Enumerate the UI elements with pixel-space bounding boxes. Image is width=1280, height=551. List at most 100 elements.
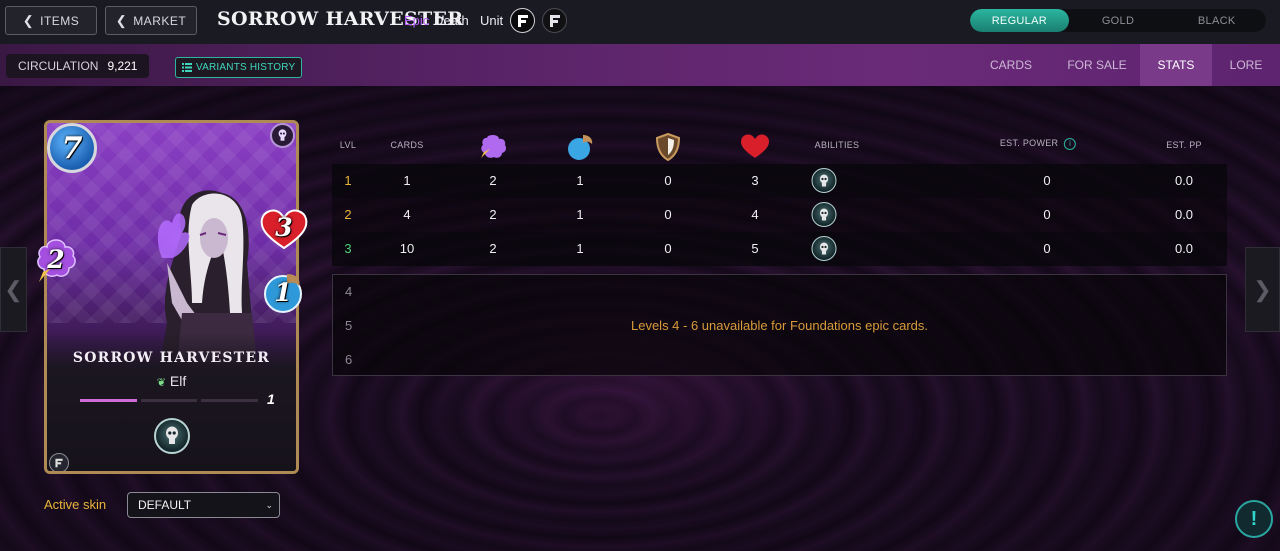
cell-speed: 1 [576, 173, 584, 188]
chevron-left-icon: ❮ [115, 12, 128, 28]
card-race: ❦ Elf [47, 373, 296, 389]
ability-skull-icon[interactable] [811, 202, 837, 227]
sub-bar: CIRCULATION 9,221 VARIANTS HISTORY CARDS… [0, 44, 1280, 86]
chevron-right-icon: ❯ [1253, 276, 1272, 302]
level-progress-segment [140, 399, 198, 402]
active-skin-label: Active skin [44, 497, 107, 512]
element-label: Death [434, 13, 469, 28]
locked-level: 6 [345, 352, 353, 367]
cell-magic: 2 [489, 207, 497, 222]
table-row: 1 1 2 1 0 3 0 0.0 [332, 164, 1227, 198]
info-icon[interactable]: i [1064, 138, 1077, 150]
active-skin-value: DEFAULT [138, 498, 192, 512]
stats-rows: 1 1 2 1 0 3 0 0.0 2 4 2 1 0 4 0 0.0 3 10 2 1 0 5 0 0.0 [332, 164, 1227, 266]
foil-regular-option[interactable]: REGULAR [970, 9, 1069, 32]
market-label: MARKET [133, 13, 187, 28]
cell-health: 4 [751, 207, 759, 222]
cell-cards: 4 [403, 207, 411, 222]
type-label: Unit [480, 13, 504, 28]
tab-cards[interactable]: CARDS [968, 44, 1054, 86]
foil-selector: REGULAR GOLD BLACK [970, 9, 1266, 32]
ability-skull-icon[interactable] [154, 418, 190, 454]
cell-health: 3 [751, 173, 759, 188]
circulation-label: CIRCULATION [18, 59, 99, 73]
level-progress-segment [80, 399, 137, 402]
speed-icon [568, 135, 593, 160]
cell-armor: 0 [664, 173, 672, 188]
cell-speed: 1 [576, 241, 584, 256]
active-skin-select[interactable]: DEFAULT ⌄ [127, 492, 280, 518]
stats-table: LVL CARDS ABILITIES EST. POWER i EST. PP… [332, 126, 1227, 266]
cell-lvl: 3 [344, 241, 352, 256]
cell-lvl: 1 [344, 173, 352, 188]
foundation-edition-alt-icon[interactable] [542, 8, 567, 33]
card-health-value: 3 [275, 212, 293, 242]
cell-armor: 0 [664, 241, 672, 256]
card-speed-value: 1 [274, 277, 292, 307]
market-button[interactable]: ❮ MARKET [105, 6, 197, 35]
header-est-power-label: EST. POWER [999, 138, 1059, 148]
locked-level: 4 [345, 284, 353, 299]
level-progress-segment [201, 399, 259, 402]
top-bar: ❮ ITEMS ❮ MARKET SORROW HARVESTER Epic D… [0, 0, 1280, 44]
health-heart-icon [741, 134, 769, 158]
card-magic-value: 2 [47, 244, 65, 274]
elf-race-icon: ❦ [156, 377, 166, 389]
rarity-label: Epic [404, 13, 430, 28]
cell-magic: 2 [489, 241, 497, 256]
table-row: 3 10 2 1 0 5 0 0.0 [332, 232, 1227, 266]
cell-health: 5 [751, 241, 759, 256]
help-alert-button[interactable]: ! [1235, 500, 1273, 538]
header-abilities: ABILITIES [814, 140, 860, 150]
header-cards: CARDS [390, 140, 424, 150]
foil-gold-option[interactable]: GOLD [1069, 9, 1168, 32]
card-name: SORROW HARVESTER [72, 350, 271, 366]
tab-for-sale[interactable]: FOR SALE [1054, 44, 1140, 86]
cell-speed: 1 [576, 207, 584, 222]
previous-card-arrow[interactable]: ❮ [0, 247, 27, 332]
chevron-down-icon: ⌄ [265, 499, 273, 510]
armor-shield-icon [655, 132, 681, 162]
cell-pp: 0.0 [1174, 241, 1194, 256]
mana-cost-icon: 7 [47, 123, 97, 173]
cell-armor: 0 [664, 207, 672, 222]
chevron-left-icon: ❮ [4, 276, 23, 302]
cell-power: 0 [1043, 207, 1051, 222]
cell-magic: 2 [489, 173, 497, 188]
items-label: ITEMS [40, 13, 80, 28]
cell-cards: 10 [399, 241, 415, 256]
header-est-power: EST. POWER i [999, 138, 1077, 150]
tab-stats[interactable]: STATS [1140, 44, 1212, 86]
header-est-pp: EST. PP [1166, 140, 1202, 150]
items-button[interactable]: ❮ ITEMS [5, 6, 97, 35]
stats-table-header: LVL CARDS ABILITIES EST. POWER i EST. PP [332, 126, 1227, 164]
circulation-value: 9,221 [107, 59, 138, 73]
magic-attack-icon [481, 135, 506, 158]
locked-levels-message: Levels 4 - 6 unavailable for Foundations… [630, 318, 928, 333]
cell-power: 0 [1043, 173, 1051, 188]
cell-cards: 1 [403, 173, 411, 188]
table-row: 2 4 2 1 0 4 0 0.0 [332, 198, 1227, 232]
ability-skull-icon[interactable] [811, 168, 837, 193]
list-icon [182, 63, 192, 72]
tab-bar: CARDS FOR SALE STATS LORE [968, 44, 1280, 86]
header-lvl: LVL [339, 140, 357, 150]
foil-black-option[interactable]: BLACK [1167, 9, 1266, 32]
cell-pp: 0.0 [1174, 207, 1194, 222]
card-level: 1 [267, 391, 275, 407]
exclamation-icon: ! [1250, 507, 1258, 530]
cell-lvl: 2 [344, 207, 352, 222]
foundation-edition-icon[interactable] [510, 8, 535, 33]
ability-skull-icon[interactable] [811, 236, 837, 261]
locked-levels-panel: 4 5 6 Levels 4 - 6 unavailable for Found… [332, 274, 1227, 376]
tab-lore[interactable]: LORE [1212, 44, 1280, 86]
variants-history-button[interactable]: VARIANTS HISTORY [175, 57, 303, 78]
card-level-progress [80, 399, 259, 402]
card-race-label: Elf [169, 373, 187, 389]
circulation-badge: CIRCULATION 9,221 [6, 54, 150, 78]
chevron-left-icon: ❮ [22, 12, 35, 28]
next-card-arrow[interactable]: ❯ [1245, 247, 1280, 332]
death-element-icon [270, 123, 295, 148]
variants-history-label: VARIANTS HISTORY [196, 62, 296, 73]
cell-power: 0 [1043, 241, 1051, 256]
